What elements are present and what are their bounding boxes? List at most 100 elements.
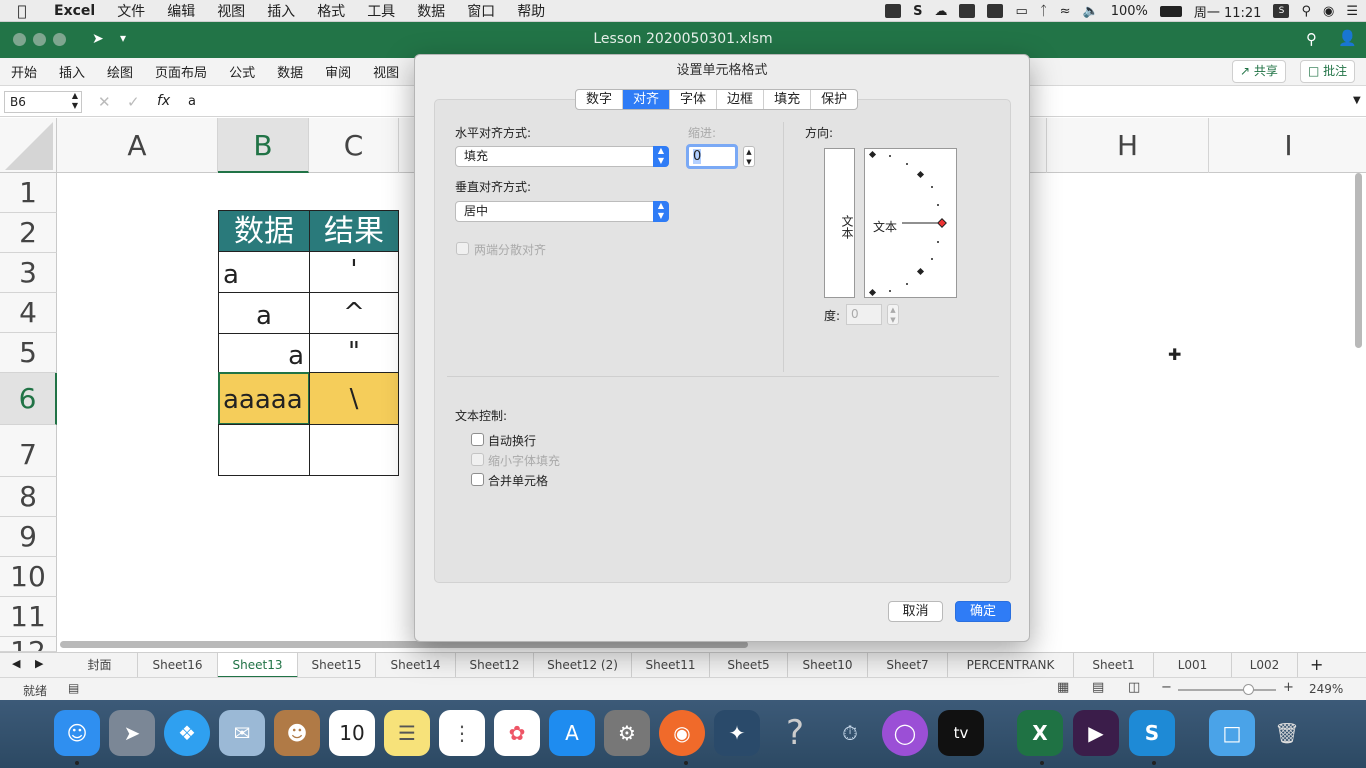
prev-sheet-icon[interactable]: ◀ <box>12 657 20 670</box>
mail-icon[interactable]: ✉ <box>219 710 265 756</box>
tab-border[interactable]: 边框 <box>717 90 765 109</box>
cell-c4[interactable]: ^ <box>309 292 399 334</box>
launchpad-icon[interactable]: ➤ <box>109 710 155 756</box>
tab-protection[interactable]: 保护 <box>811 90 857 109</box>
menu-help[interactable]: 帮助 <box>506 1 556 21</box>
photos-icon[interactable]: ✿ <box>494 710 540 756</box>
cell-c7[interactable] <box>309 424 399 476</box>
select-all-corner[interactable] <box>0 118 57 173</box>
tab-draw[interactable]: 绘图 <box>96 62 144 81</box>
wrap-text-checkbox[interactable] <box>471 433 484 446</box>
menu-window[interactable]: 窗口 <box>456 1 506 21</box>
cloud-icon[interactable]: ☁ <box>934 4 947 19</box>
wifi-icon[interactable]: ≈ <box>1060 4 1071 19</box>
menu-file[interactable]: 文件 <box>106 1 156 21</box>
apple-tv-icon[interactable]: tv <box>938 710 984 756</box>
row-header-8[interactable]: 8 <box>0 477 57 517</box>
tab-formulas[interactable]: 公式 <box>218 62 266 81</box>
cell-c3[interactable]: ' <box>309 251 399 293</box>
cell-c5[interactable]: " <box>309 333 399 373</box>
status-app2-icon[interactable] <box>959 4 976 18</box>
add-sheet-icon[interactable]: + <box>1310 655 1323 674</box>
zoom-level[interactable]: 249% <box>1309 682 1343 696</box>
row-header-2[interactable]: 2 <box>0 213 57 253</box>
excel-dock-icon[interactable]: X <box>1017 710 1063 756</box>
control-center-icon[interactable]: ☰ <box>1346 4 1358 19</box>
indent-stepper[interactable]: ▲ ▼ <box>743 146 755 167</box>
row-header-12[interactable]: 12 <box>0 637 57 652</box>
indent-input[interactable]: 0 <box>686 144 738 169</box>
sheet-tab-sheet11[interactable]: Sheet11 <box>632 653 710 678</box>
row-header-11[interactable]: 11 <box>0 597 57 637</box>
sheet-tab-sheet12-2[interactable]: Sheet12 (2) <box>534 653 632 678</box>
tab-insert[interactable]: 插入 <box>48 62 96 81</box>
sheet-tab-sheet14[interactable]: Sheet14 <box>376 653 456 678</box>
horizontal-alignment-select[interactable]: 填充 ▲ ▼ <box>455 146 669 167</box>
expand-formula-icon[interactable]: ▼ <box>1353 95 1361 106</box>
safari-icon[interactable]: ❖ <box>164 710 210 756</box>
sheet-tab-sheet12[interactable]: Sheet12 <box>456 653 534 678</box>
tab-review[interactable]: 审阅 <box>314 62 362 81</box>
share-button[interactable]: ↗ 共享 <box>1232 60 1286 83</box>
sheet-tab-sheet16[interactable]: Sheet16 <box>138 653 218 678</box>
row-header-7[interactable]: 7 <box>0 425 57 477</box>
menu-tools[interactable]: 工具 <box>356 1 406 21</box>
finder-icon[interactable]: ☺ <box>54 710 100 756</box>
snagit-dock-icon[interactable]: S <box>1129 710 1175 756</box>
system-preferences-icon[interactable]: ⚙ <box>604 710 650 756</box>
column-header-a[interactable]: A <box>57 118 218 173</box>
sheet-tab-l001[interactable]: L001 <box>1154 653 1232 678</box>
menu-app-name[interactable]: Excel <box>44 3 106 19</box>
menu-edit[interactable]: 编辑 <box>156 1 206 21</box>
sheet-tab-l002[interactable]: L002 <box>1232 653 1298 678</box>
snagit-s-icon[interactable]: S <box>1273 4 1290 18</box>
tab-view[interactable]: 视图 <box>362 62 410 81</box>
volume-icon[interactable]: 🔈 <box>1083 4 1099 19</box>
sheet-tab-sheet15[interactable]: Sheet15 <box>298 653 376 678</box>
orientation-dial[interactable]: 文本 <box>864 148 957 298</box>
status-app3-icon[interactable] <box>987 4 1004 18</box>
comments-button[interactable]: □ 批注 <box>1300 60 1356 83</box>
account-icon[interactable]: 👤 <box>1338 29 1357 47</box>
tab-fill[interactable]: 填充 <box>764 90 812 109</box>
cell-b6-selected[interactable]: aaaaa <box>218 372 310 425</box>
confirm-entry-icon[interactable]: ✓ <box>127 93 140 111</box>
row-header-10[interactable]: 10 <box>0 557 57 597</box>
time-machine-icon[interactable]: ⏱ <box>827 710 873 756</box>
menu-view[interactable]: 视图 <box>206 1 256 21</box>
degree-stepper[interactable]: ▲ ▼ <box>887 304 899 325</box>
search-icon[interactable]: ⚲ <box>1306 30 1317 48</box>
horizontal-scrollbar[interactable] <box>60 641 748 648</box>
justify-distributed-checkbox[interactable] <box>456 242 469 255</box>
tab-font[interactable]: 字体 <box>670 90 718 109</box>
name-box-stepper-icon[interactable]: ▲ ▼ <box>72 91 78 111</box>
next-sheet-icon[interactable]: ▶ <box>35 657 43 670</box>
sheet-tab-sheet13[interactable]: Sheet13 <box>218 653 298 678</box>
row-header-6[interactable]: 6 <box>0 373 57 425</box>
column-header-c[interactable]: C <box>309 118 399 173</box>
app-store-icon[interactable]: A <box>549 710 595 756</box>
formula-input[interactable]: a <box>188 94 196 109</box>
snagit-icon[interactable]: S <box>913 4 922 19</box>
sheet-tab-sheet5[interactable]: Sheet5 <box>710 653 788 678</box>
zoom-slider[interactable] <box>1178 689 1276 691</box>
contacts-icon[interactable]: ☻ <box>274 710 320 756</box>
downloads-folder-icon[interactable]: □ <box>1209 710 1255 756</box>
shrink-to-fit-checkbox[interactable] <box>471 453 484 466</box>
sheet-tab-sheet1[interactable]: Sheet1 <box>1074 653 1154 678</box>
sheet-tab-percentrank[interactable]: PERCENTRANK <box>948 653 1074 678</box>
airplay-icon[interactable]: ▭ <box>1015 4 1027 19</box>
vertical-text-box[interactable]: 文本 <box>824 148 855 298</box>
podcasts-icon[interactable]: ◯ <box>882 710 928 756</box>
row-header-9[interactable]: 9 <box>0 517 57 557</box>
sheet-tab-cover[interactable]: 封面 <box>62 653 138 678</box>
vertical-alignment-select[interactable]: 居中 ▲ ▼ <box>455 201 669 222</box>
column-header-b[interactable]: B <box>218 118 309 173</box>
name-box[interactable]: B6 ▲ ▼ <box>4 91 82 113</box>
cell-c6[interactable]: \ <box>309 372 399 425</box>
spotlight-search-icon[interactable]: ⚲ <box>1301 4 1311 19</box>
page-layout-view-icon[interactable]: ▤ <box>1092 680 1104 695</box>
ok-button[interactable]: 确定 <box>955 601 1011 622</box>
row-header-3[interactable]: 3 <box>0 253 57 293</box>
zoom-out-icon[interactable]: − <box>1161 680 1172 695</box>
